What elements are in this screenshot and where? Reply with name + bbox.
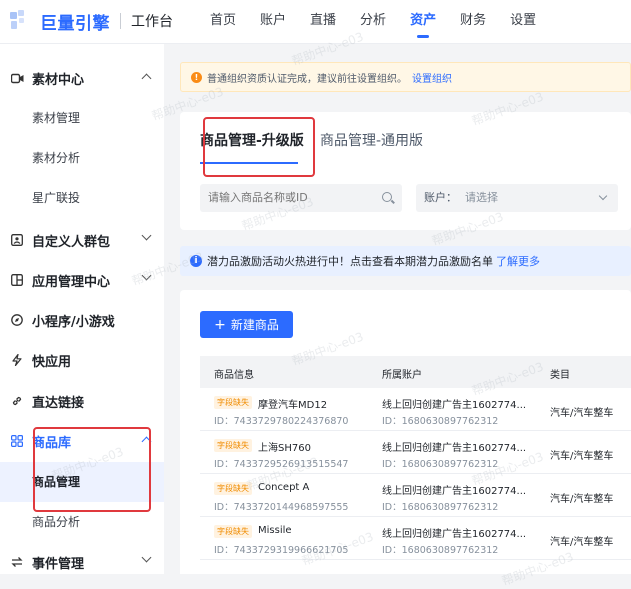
account-id: ID：1680630897762312 — [382, 545, 499, 556]
col-header-category: 类目 — [550, 370, 570, 381]
sidebar-item-label: 素材中心 — [32, 72, 85, 88]
audience-pack-icon — [10, 233, 24, 247]
missing-field-tag: 字段缺失 — [214, 396, 252, 409]
notice-link[interactable]: 设置组织 — [412, 70, 452, 85]
brand-divider — [120, 13, 121, 29]
account-select[interactable]: 账户： 请选择 — [416, 184, 618, 212]
sidebar-sub-material-analysis[interactable]: 素材分析 — [0, 138, 164, 178]
main-nav: 首页 账户 直播 分析 资产 财务 设置 — [210, 0, 560, 44]
missing-field-tag: 字段缺失 — [214, 482, 252, 495]
account-name: 线上回归创建广告主1602774... — [382, 400, 527, 411]
product-category: 汽车/汽车整车 — [550, 494, 614, 505]
col-header-product: 商品信息 — [214, 370, 254, 381]
compass-icon — [10, 313, 24, 327]
account-id: ID：1680630897762312 — [382, 502, 499, 513]
product-category: 汽车/汽车整车 — [550, 408, 614, 419]
table-row[interactable]: 字段缺失 上海SH760 ID：7433729526913515547 线上回归创建广… — [200, 431, 631, 474]
highlight-box-tab — [203, 117, 315, 177]
product-id: ID：7433729319966621705 — [214, 545, 349, 556]
sidebar-item-material-center[interactable]: 素材中心 — [0, 58, 164, 98]
link-icon — [10, 394, 24, 408]
product-category: 汽车/汽车整车 — [550, 537, 614, 548]
transfer-icon — [10, 555, 24, 569]
info-text: 潜力品激励活动火热进行中！点击查看本期潜力品激励名单 — [207, 255, 493, 268]
product-name[interactable]: 上海SH760 — [258, 439, 311, 454]
account-select-placeholder: 请选择 — [465, 191, 498, 204]
sidebar-item-direct-link[interactable]: 直达链接 — [0, 381, 164, 421]
app-center-icon — [10, 273, 24, 287]
notice-banner: ! 普通组织资质认证完成，建议前往设置组织。 设置组织 — [180, 62, 631, 92]
chevron-down-icon — [598, 191, 608, 201]
sidebar-item-mini-program[interactable]: 小程序/小游戏 — [0, 300, 164, 340]
brand-mark-icon — [10, 10, 36, 32]
sidebar-item-label: 事件管理 — [32, 556, 85, 572]
table-header: 商品信息 所属账户 类目 — [200, 356, 631, 388]
nav-account[interactable]: 账户 — [260, 0, 286, 44]
account-name: 线上回归创建广告主1602774... — [382, 486, 527, 497]
sidebar-item-label: 应用管理中心 — [32, 274, 111, 290]
missing-field-tag: 字段缺失 — [214, 439, 252, 452]
highlight-box-sidebar — [33, 427, 151, 512]
info-icon: i — [190, 255, 202, 267]
product-name[interactable]: Missile — [258, 525, 292, 536]
video-icon — [10, 71, 24, 85]
table-row[interactable]: 字段缺失 Concept A ID：7433720144968597555 线上回归创… — [200, 474, 631, 517]
account-id: ID：1680630897762312 — [382, 416, 499, 427]
sidebar-item-label: 小程序/小游戏 — [32, 314, 115, 330]
missing-field-tag: 字段缺失 — [214, 525, 252, 538]
sidebar-item-label: 自定义人群包 — [32, 234, 111, 250]
product-list-card: + 新建商品 商品信息 所属账户 类目 字段缺失 摩登汽车MD12 ID：743372… — [180, 290, 631, 574]
sidebar-item-app-center[interactable]: 应用管理中心 — [0, 260, 164, 300]
notice-text: 普通组织资质认证完成，建议前往设置组织。 — [207, 73, 407, 85]
lightning-icon — [10, 353, 24, 367]
nav-analytics[interactable]: 分析 — [360, 0, 386, 44]
product-id: ID：7433729526913515547 — [214, 459, 349, 470]
new-product-label: 新建商品 — [230, 318, 279, 332]
account-name: 线上回归创建广告主1602774... — [382, 443, 527, 454]
nav-assets[interactable]: 资产 — [410, 0, 436, 44]
brand-name: 巨量引擎 — [40, 13, 110, 34]
nav-settings[interactable]: 设置 — [510, 0, 536, 44]
chevron-down-icon[interactable] — [141, 270, 152, 281]
nav-finance[interactable]: 财务 — [460, 0, 486, 44]
product-search-input[interactable] — [200, 184, 402, 212]
account-id: ID：1680630897762312 — [382, 459, 499, 470]
account-name: 线上回归创建广告主1602774... — [382, 529, 527, 540]
plus-icon: + — [214, 316, 226, 333]
account-select-label: 账户： — [424, 191, 457, 204]
grid-icon — [10, 434, 24, 448]
brand-logo[interactable]: 巨量引擎 工作台 — [10, 9, 173, 34]
chevron-up-icon[interactable] — [141, 73, 152, 84]
product-id: ID：7433729780224376870 — [214, 416, 349, 427]
sidebar-item-event-management[interactable]: 事件管理 — [0, 542, 164, 582]
sidebar-item-label: 直达链接 — [32, 395, 85, 411]
sidebar-item-quick-app[interactable]: 快应用 — [0, 340, 164, 380]
nav-home[interactable]: 首页 — [210, 0, 236, 44]
sidebar-sub-material-manage[interactable]: 素材管理 — [0, 98, 164, 138]
top-bar: 巨量引擎 工作台 首页 账户 直播 分析 资产 财务 设置 — [0, 0, 631, 44]
sidebar-item-label: 快应用 — [32, 354, 72, 370]
nav-live[interactable]: 直播 — [310, 0, 336, 44]
sidebar-item-custom-audience[interactable]: 自定义人群包 — [0, 220, 164, 260]
chevron-down-icon[interactable] — [141, 552, 152, 563]
chevron-down-icon[interactable] — [141, 230, 152, 241]
sidebar-sub-xingguang[interactable]: 星广联投 — [0, 178, 164, 218]
warning-icon: ! — [191, 71, 202, 83]
product-category: 汽车/汽车整车 — [550, 451, 614, 462]
col-header-account: 所属账户 — [382, 370, 422, 381]
product-name[interactable]: 摩登汽车MD12 — [258, 396, 327, 411]
product-name[interactable]: Concept A — [258, 482, 309, 493]
workspace-title: 工作台 — [131, 14, 173, 30]
search-icon[interactable] — [382, 192, 392, 202]
new-product-button[interactable]: + 新建商品 — [200, 311, 293, 338]
info-learn-more-link[interactable]: 了解更多 — [496, 253, 540, 269]
tab-product-manage-general[interactable]: 商品管理-通用版 — [320, 130, 423, 150]
product-id: ID：7433720144968597555 — [214, 502, 349, 513]
table-row[interactable]: 字段缺失 Missile ID：7433729319966621705 线上回归创建广… — [200, 517, 631, 560]
info-banner: i 潜力品激励活动火热进行中！点击查看本期潜力品激励名单 了解更多 — [180, 246, 631, 276]
table-row[interactable]: 字段缺失 摩登汽车MD12 ID：7433729780224376870 线上回归创建… — [200, 388, 631, 431]
